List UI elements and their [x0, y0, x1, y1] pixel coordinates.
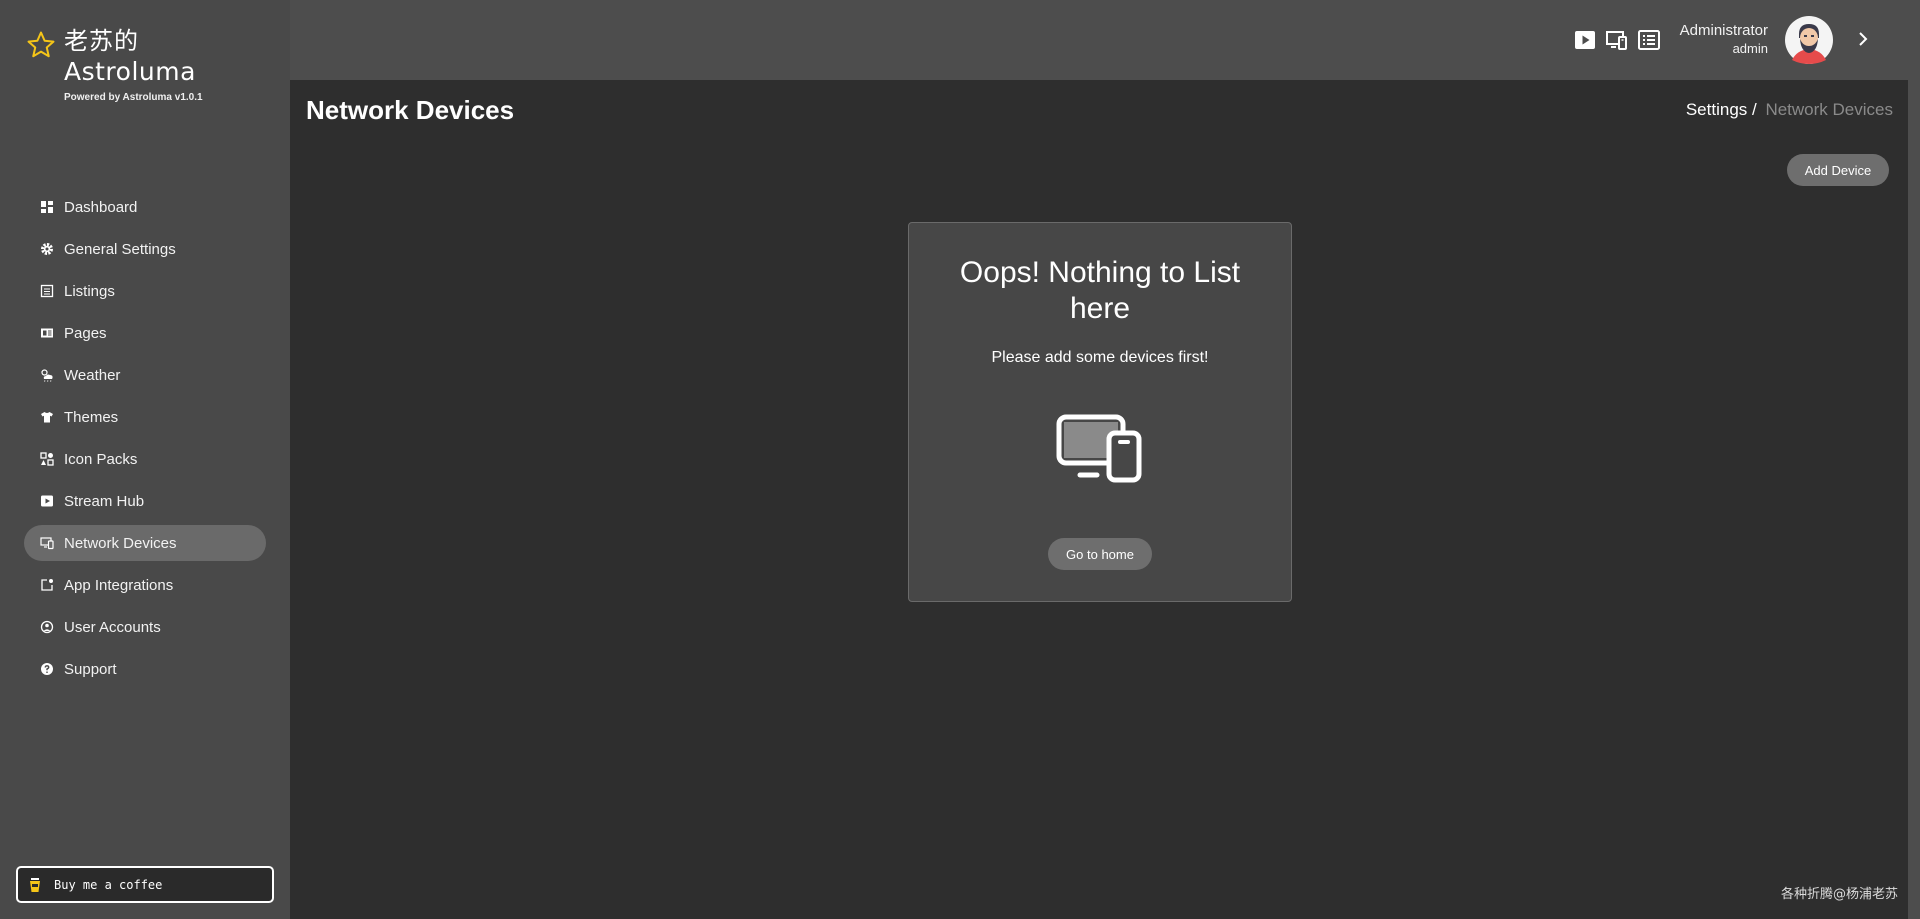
topbar: Administrator admin — [290, 0, 1908, 80]
brand-name: Astroluma — [64, 57, 196, 86]
sidebar-item-app-integrations[interactable]: App Integrations — [24, 567, 266, 603]
topbar-icon-group — [1573, 28, 1661, 52]
sidebar-item-label: App Integrations — [64, 576, 174, 594]
sidebar-item-label: User Accounts — [64, 618, 161, 636]
devices-icon[interactable] — [1605, 28, 1629, 52]
list-icon[interactable] — [1637, 28, 1661, 52]
sidebar-item-label: Stream Hub — [64, 492, 145, 510]
sidebar: 老苏的 Astroluma Powered by Astroluma v1.0.… — [0, 0, 290, 919]
breadcrumb-current: Network Devices — [1765, 100, 1893, 119]
sidebar-item-pages[interactable]: Pages — [24, 315, 266, 351]
integration-icon — [40, 578, 54, 592]
sidebar-item-label: Icon Packs — [64, 450, 138, 468]
brand-cn-name: 老苏的 — [64, 27, 139, 55]
sidebar-item-label: Network Devices — [64, 534, 177, 552]
list-icon — [40, 284, 54, 298]
scrollbar[interactable] — [1908, 0, 1920, 919]
user-info[interactable]: Administrator admin — [1680, 22, 1768, 56]
empty-state-card: Oops! Nothing to List here Please add so… — [908, 222, 1292, 602]
add-device-button[interactable]: Add Device — [1787, 154, 1889, 186]
sidebar-item-network-devices[interactable]: Network Devices — [24, 525, 266, 561]
sidebar-item-label: Dashboard — [64, 198, 138, 216]
user-accounts-icon — [40, 620, 54, 634]
empty-state-subtitle: Please add some devices first! — [991, 349, 1209, 366]
page-title: Network Devices — [306, 95, 515, 125]
network-devices-icon — [40, 536, 54, 550]
avatar[interactable] — [1785, 16, 1833, 64]
buy-coffee-label: Buy me a coffee — [54, 877, 163, 892]
sidebar-item-weather[interactable]: Weather — [24, 357, 266, 393]
icon-packs-icon — [40, 452, 54, 466]
gear-icon — [40, 242, 54, 256]
user-role: admin — [1732, 41, 1768, 56]
sidebar-item-label: General Settings — [64, 240, 176, 258]
sidebar-item-user-accounts[interactable]: User Accounts — [24, 609, 266, 645]
coffee-cup-icon — [30, 877, 40, 892]
sidebar-item-label: Weather — [64, 366, 121, 384]
star-icon — [27, 31, 55, 58]
question-icon — [40, 662, 54, 676]
sidebar-item-label: Themes — [64, 408, 119, 426]
play-icon — [40, 494, 54, 508]
sidebar-item-support[interactable]: Support — [24, 651, 266, 687]
user-name: Administrator — [1679, 22, 1768, 39]
empty-state-title: Oops! Nothing to List here — [959, 256, 1241, 325]
breadcrumb-settings-link[interactable]: Settings / — [1686, 100, 1757, 119]
brand[interactable]: 老苏的 Astroluma Powered by Astroluma v1.0.… — [26, 26, 203, 103]
shirt-icon — [40, 410, 54, 424]
sidebar-item-themes[interactable]: Themes — [24, 399, 266, 435]
devices-icon — [1056, 414, 1142, 483]
weather-icon — [40, 368, 54, 382]
sidebar-item-dashboard[interactable]: Dashboard — [24, 189, 266, 225]
go-home-button[interactable]: Go to home — [1048, 538, 1152, 570]
sidebar-item-stream-hub[interactable]: Stream Hub — [24, 483, 266, 519]
sidebar-item-label: Pages — [64, 324, 107, 342]
sidebar-item-label: Listings — [64, 282, 115, 300]
pages-icon — [40, 326, 54, 340]
sidebar-item-label: Support — [64, 660, 117, 678]
brand-powered-by: Powered by Astroluma v1.0.1 — [64, 92, 203, 103]
watermark: 各种折腾@杨浦老苏 — [1780, 887, 1898, 902]
sidebar-nav: Dashboard General Settings Listings Page… — [24, 189, 266, 693]
dashboard-icon — [40, 200, 54, 214]
sidebar-item-general-settings[interactable]: General Settings — [24, 231, 266, 267]
buy-coffee-button[interactable]: Buy me a coffee — [16, 866, 274, 903]
sidebar-item-listings[interactable]: Listings — [24, 273, 266, 309]
sidebar-item-icon-packs[interactable]: Icon Packs — [24, 441, 266, 477]
breadcrumb: Settings / Network Devices — [1686, 100, 1893, 120]
play-icon[interactable] — [1573, 28, 1597, 52]
chevron-right-icon[interactable] — [1853, 29, 1873, 49]
